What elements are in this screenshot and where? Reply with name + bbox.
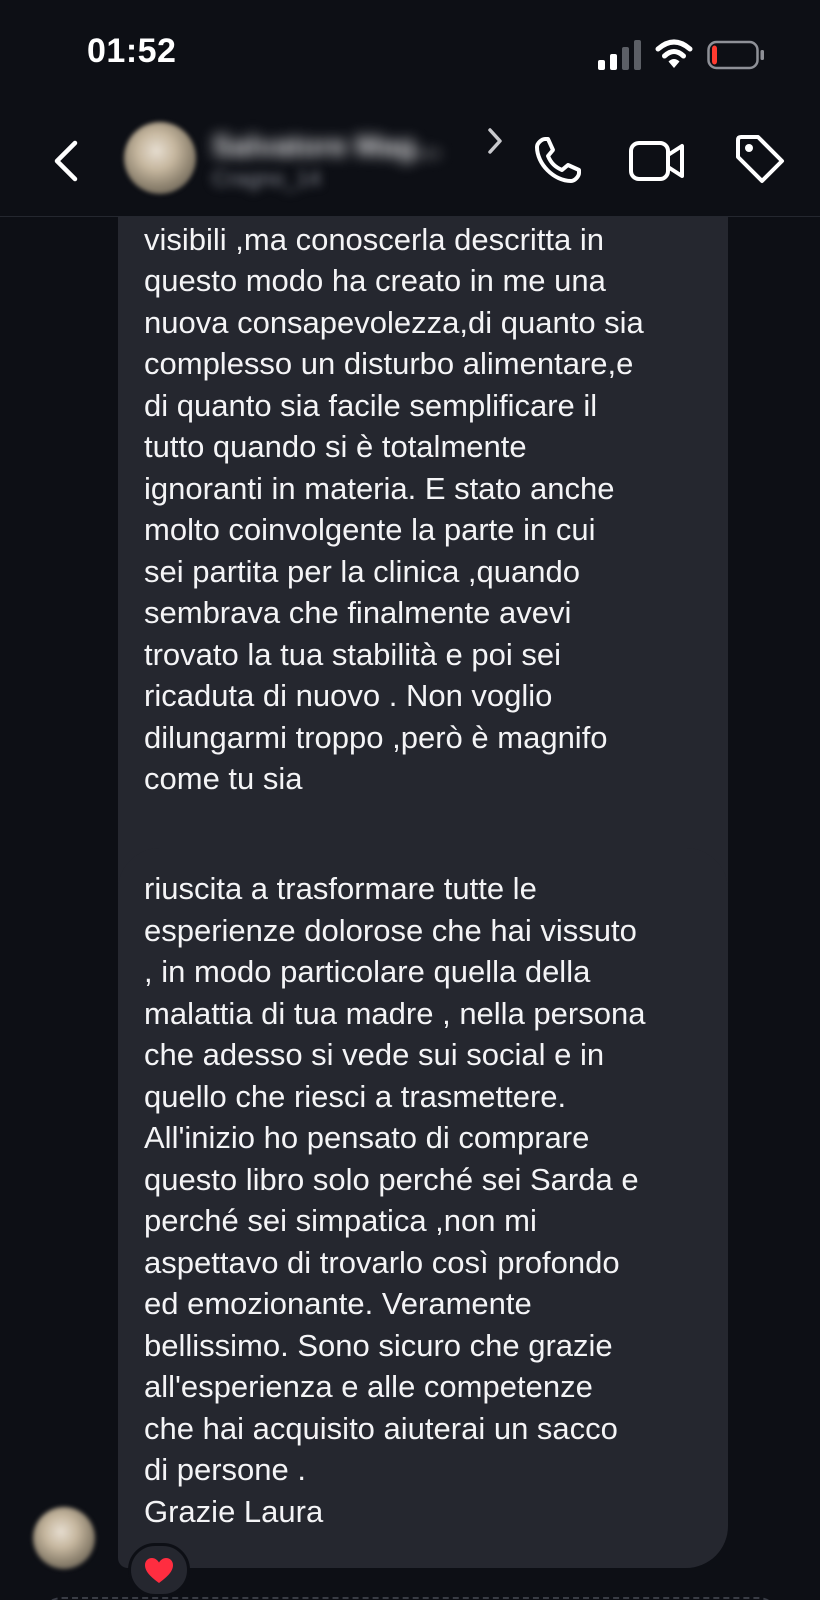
chat-header: Salvatore Mag... Cragno_14: [0, 108, 820, 217]
cellular-signal-icon: [598, 40, 641, 70]
sender-avatar[interactable]: [33, 1507, 95, 1569]
heart-icon: [145, 1558, 173, 1583]
battery-low-icon: [707, 40, 764, 70]
message-thread[interactable]: l'anoressia ,quali sono i suoi effetti v…: [0, 217, 820, 1600]
tag-icon[interactable]: [733, 132, 787, 186]
chevron-left-icon[interactable]: [44, 136, 88, 186]
video-camera-icon[interactable]: [628, 134, 686, 188]
contact-avatar[interactable]: [124, 122, 196, 194]
phone-icon[interactable]: [530, 134, 584, 188]
reaction-badge[interactable]: [128, 1543, 190, 1597]
status-time: 01:52: [87, 32, 177, 70]
wifi-icon: [655, 39, 693, 68]
battery-level-fill: [712, 45, 717, 65]
contact-subtitle[interactable]: Cragno_14: [212, 166, 321, 192]
contact-name[interactable]: Salvatore Mag...: [212, 130, 440, 164]
chevron-right-icon[interactable]: [486, 126, 504, 156]
message-bubble[interactable]: riuscita a trasformare tutte le esperien…: [118, 848, 728, 1568]
status-bar: 01:52: [0, 0, 820, 108]
